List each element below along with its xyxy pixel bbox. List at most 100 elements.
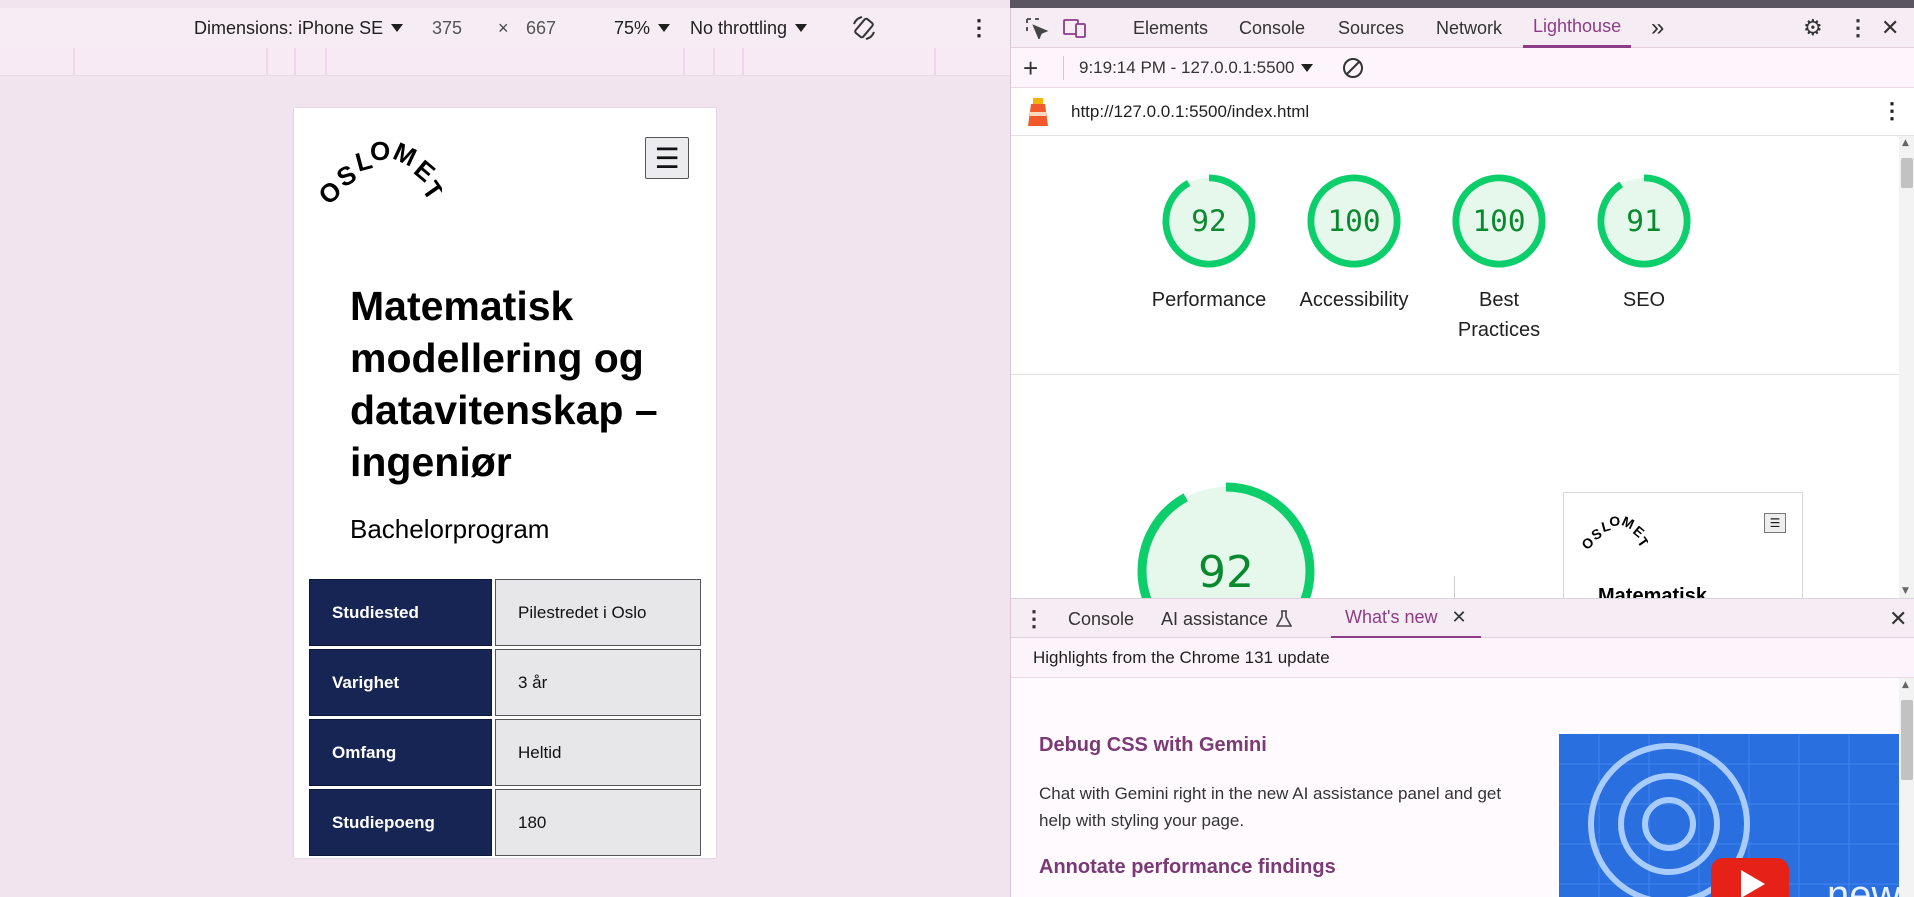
svg-text:92: 92	[1191, 204, 1226, 238]
lighthouse-report: 92 Performance 100 Accessibility 100 Bes…	[1011, 136, 1899, 598]
table-key: Varighet	[309, 649, 492, 716]
device-toolbar-icon[interactable]	[1063, 17, 1087, 39]
tab-elements[interactable]: Elements	[1133, 8, 1208, 48]
chevron-down-icon	[658, 24, 671, 32]
report-selector[interactable]: 9:19:14 PM - 127.0.0.1:5500	[1079, 48, 1313, 88]
thumbnail-heading: Matematisk	[1598, 585, 1707, 598]
table-key: Studiested	[309, 579, 492, 646]
gauge-ring: 100	[1452, 174, 1546, 268]
table-row: Studiested Pilestredet i Oslo	[309, 579, 701, 646]
table-row: Omfang Heltid	[309, 719, 701, 786]
chevron-down-icon	[391, 24, 404, 32]
whats-new-header: Highlights from the Chrome 131 update	[1011, 638, 1914, 678]
drawer-menu-icon[interactable]: ⋮	[1023, 599, 1045, 639]
svg-text:O: O	[1609, 513, 1620, 529]
table-row: Varighet 3 år	[309, 649, 701, 716]
rotate-icon[interactable]	[850, 8, 878, 48]
chevron-down-icon	[1300, 64, 1313, 72]
device-emulation-area: Dimensions: iPhone SE 375 × 667 75% No t…	[0, 0, 1010, 897]
audited-url: http://127.0.0.1:5500/index.html	[1071, 102, 1310, 121]
drawer-tab-ai-assistance[interactable]: AI assistance	[1161, 599, 1293, 639]
media-query-ruler	[0, 48, 1010, 76]
gauge-ring: 91	[1597, 174, 1691, 268]
more-options-icon[interactable]: ⋮	[1881, 98, 1903, 124]
table-value: Heltid	[495, 719, 701, 786]
lighthouse-toolbar: + 9:19:14 PM - 127.0.0.1:5500	[1011, 48, 1914, 88]
oslomet-logo: O S L O M E T	[313, 136, 442, 206]
lighthouse-icon	[1028, 98, 1048, 126]
video-thumbnail[interactable]: new	[1559, 734, 1899, 897]
section-heading[interactable]: Annotate performance findings	[1039, 856, 1336, 879]
svg-text:92: 92	[1198, 547, 1254, 598]
big-score-gauge: 92	[1137, 482, 1315, 598]
svg-text:100: 100	[1327, 204, 1380, 238]
score-label: Best Practices	[1457, 289, 1541, 341]
svg-text:O: O	[370, 136, 390, 166]
section-heading[interactable]: Debug CSS with Gemini	[1039, 734, 1267, 757]
more-tabs-icon[interactable]: »	[1651, 8, 1664, 48]
drawer-tab-console[interactable]: Console	[1068, 599, 1134, 639]
drawer-tabbar: ⋮ Console AI assistance What's new ✕ ✕	[1011, 598, 1914, 639]
clear-icon[interactable]	[1341, 56, 1365, 80]
width-input[interactable]: 375	[432, 8, 462, 48]
score-gauge-accessibility[interactable]: 100 Accessibility	[1284, 172, 1424, 315]
more-options-icon[interactable]: ⋮	[1847, 8, 1869, 48]
emulated-page: O S L O M E T ☰ Matematisk modellering o…	[294, 108, 716, 858]
add-report-icon[interactable]: +	[1023, 48, 1038, 88]
table-key: Omfang	[309, 719, 492, 786]
score-gauge-seo[interactable]: 91 SEO	[1574, 172, 1714, 315]
more-options-icon[interactable]: ⋮	[968, 8, 990, 48]
whats-new-body: Debug CSS with Gemini Chat with Gemini r…	[1011, 678, 1899, 897]
page-title: Matematisk modellering og datavitenskap …	[350, 283, 658, 485]
hamburger-menu-button[interactable]: ☰	[645, 137, 689, 179]
divider	[1011, 374, 1899, 375]
table-row: Studiepoeng 180	[309, 789, 701, 856]
flask-icon	[1276, 610, 1293, 627]
page-screenshot-thumbnail[interactable]: O S L O M E T ☰ Matematisk	[1563, 492, 1803, 598]
menu-icon: ☰	[654, 141, 680, 175]
tab-console[interactable]: Console	[1239, 8, 1305, 48]
svg-text:91: 91	[1626, 204, 1661, 238]
divider	[1454, 576, 1455, 598]
score-gauge-best-practices[interactable]: 100 Best Practices	[1429, 172, 1569, 345]
tab-lighthouse[interactable]: Lighthouse	[1523, 8, 1632, 48]
table-value: 180	[495, 789, 701, 856]
height-input[interactable]: 667	[526, 8, 556, 48]
table-value: Pilestredet i Oslo	[495, 579, 701, 646]
device-toolbar: Dimensions: iPhone SE 375 × 667 75% No t…	[0, 8, 1010, 48]
gauge-ring: 92	[1162, 174, 1256, 268]
close-icon[interactable]: ✕	[1451, 607, 1466, 628]
tab-network[interactable]: Network	[1436, 8, 1502, 48]
score-label: Accessibility	[1299, 289, 1409, 311]
score-label: Performance	[1151, 289, 1267, 311]
score-label: SEO	[1622, 289, 1666, 311]
chevron-down-icon	[795, 24, 808, 32]
settings-gear-icon[interactable]: ⚙	[1803, 8, 1823, 48]
section-text: Chat with Gemini right in the new AI ass…	[1039, 784, 1502, 830]
gauge-ring: 100	[1307, 174, 1401, 268]
times-sign: ×	[498, 17, 509, 38]
report-scrollbar[interactable]: ▲ ▼	[1899, 136, 1914, 598]
whats-new-scrollbar[interactable]: ▲	[1899, 678, 1914, 897]
devtools-panel: Elements Console Sources Network Lightho…	[1010, 8, 1914, 897]
devtools-tabbar: Elements Console Sources Network Lightho…	[1011, 8, 1914, 48]
image-caption: new	[1827, 873, 1899, 897]
table-value: 3 år	[495, 649, 701, 716]
dimensions-label: Dimensions: iPhone SE	[194, 17, 384, 38]
svg-text:100: 100	[1472, 204, 1525, 238]
oslomet-logo: O S L O M E T	[1578, 513, 1648, 551]
score-gauge-performance[interactable]: 92 Performance	[1139, 172, 1279, 315]
lighthouse-url-bar: http://127.0.0.1:5500/index.html ⋮	[1011, 88, 1914, 136]
menu-icon: ☰	[1764, 513, 1786, 533]
close-icon[interactable]: ✕	[1881, 8, 1899, 48]
drawer-tab-whats-new[interactable]: What's new ✕	[1331, 599, 1481, 639]
inspect-element-icon[interactable]	[1025, 17, 1049, 39]
throttling-dropdown[interactable]: No throttling	[690, 8, 808, 48]
tab-sources[interactable]: Sources	[1338, 8, 1404, 48]
program-info-table: Studiested Pilestredet i Oslo Varighet 3 å…	[306, 576, 704, 858]
dimensions-dropdown[interactable]: Dimensions: iPhone SE	[194, 8, 404, 48]
table-key: Studiepoeng	[309, 789, 492, 856]
close-drawer-icon[interactable]: ✕	[1889, 599, 1907, 639]
page-subtitle: Bachelorprogram	[350, 514, 550, 544]
zoom-dropdown[interactable]: 75%	[614, 8, 671, 48]
